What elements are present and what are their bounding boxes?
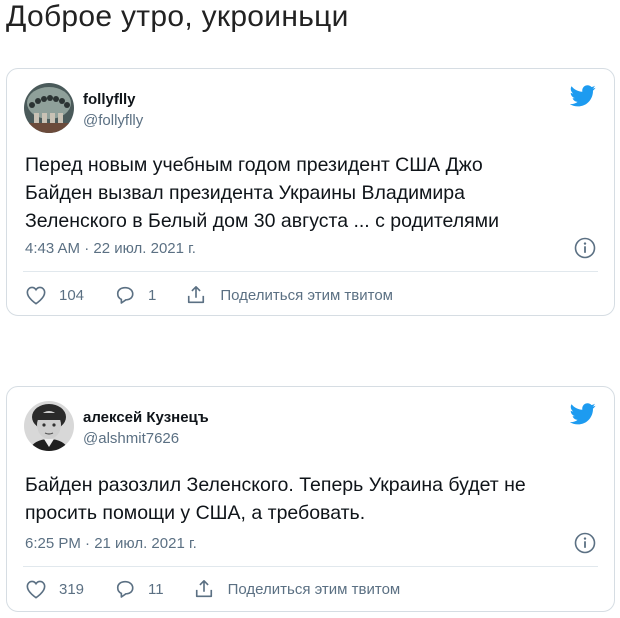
heart-icon	[26, 580, 46, 599]
reply-bubble-icon	[116, 580, 134, 598]
share-label: Поделиться этим твитом	[227, 580, 401, 598]
tweet-actions: 319 11 Поделиться этим твитом	[25, 577, 596, 601]
tweet-card[interactable]: follyflly @follyflly Перед новым учебным…	[6, 68, 615, 316]
divider	[23, 566, 598, 567]
tweet-timestamp[interactable]: 6:25 PM · 21 июл. 2021 г.	[25, 535, 197, 552]
info-icon[interactable]	[574, 237, 596, 259]
share-icon	[195, 580, 212, 598]
like-button[interactable]: 104	[25, 285, 84, 305]
reply-button[interactable]: 11	[114, 579, 164, 599]
twitter-bird-icon[interactable]	[569, 403, 596, 425]
reply-count: 1	[148, 286, 157, 304]
twitter-bird-icon[interactable]	[569, 85, 596, 107]
author-name[interactable]: follyflly	[83, 91, 136, 108]
page-title: Доброе утро, укроиньци	[6, 0, 349, 33]
like-count: 319	[59, 580, 85, 598]
heart-icon	[26, 286, 46, 305]
tweet-actions: 104 1 Поделиться этим твитом	[25, 283, 596, 307]
tweet-text: Перед новым учебным годом президент США …	[25, 154, 499, 232]
tweet-timestamp[interactable]: 4:43 AM · 22 июл. 2021 г.	[25, 240, 196, 257]
tweet-card[interactable]: алексей Кузнецъ @alshmit7626 Байден разо…	[6, 386, 615, 612]
share-button[interactable]: Поделиться этим твитом	[194, 579, 401, 599]
divider	[23, 271, 598, 272]
author-handle[interactable]: @alshmit7626	[83, 430, 179, 447]
reply-bubble-icon	[116, 286, 134, 304]
share-label: Поделиться этим твитом	[220, 286, 393, 304]
reply-button[interactable]: 1	[114, 285, 156, 305]
like-count: 104	[59, 286, 85, 304]
share-icon	[188, 286, 205, 304]
info-icon[interactable]	[574, 532, 596, 554]
author-name[interactable]: алексей Кузнецъ	[83, 409, 209, 426]
avatar[interactable]	[24, 83, 74, 133]
like-button[interactable]: 319	[25, 579, 84, 599]
reply-count: 11	[148, 580, 164, 598]
avatar[interactable]	[24, 401, 74, 451]
share-button[interactable]: Поделиться этим твитом	[186, 285, 393, 305]
tweet-text: Байден разозлил Зеленского. Теперь Украи…	[25, 474, 526, 524]
author-handle[interactable]: @follyflly	[83, 112, 143, 129]
